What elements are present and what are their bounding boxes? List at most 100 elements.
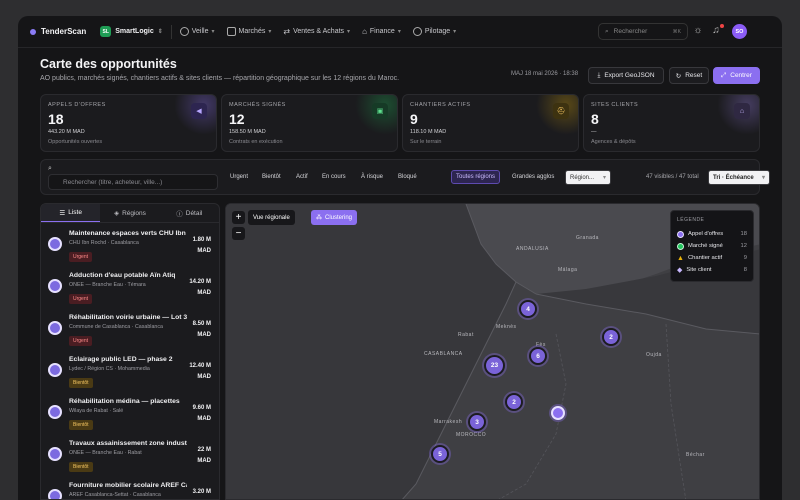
kpi-card-sites-clients[interactable]: ⌂ SITES CLIENTS 8 — Agences & dépôts — [583, 94, 760, 152]
global-search[interactable]: ⌕ Rechercher ⌘K — [598, 23, 688, 40]
kpi-value: 12 — [229, 111, 245, 127]
list-item[interactable]: Réhabilitation médina — placettes Wilaya… — [41, 396, 219, 438]
sort-select-value: Tri · Échéance — [713, 174, 754, 181]
nav-item-pilotage[interactable]: Pilotage ▾ — [412, 27, 457, 36]
notification-dot — [720, 24, 724, 28]
tender-marker-icon — [48, 237, 62, 251]
map-cluster[interactable]: 3 — [468, 413, 486, 431]
filter-chip-urgent[interactable]: Urgent — [226, 170, 252, 184]
tab-liste[interactable]: ☰ Liste — [41, 204, 101, 222]
list-item[interactable]: Travaux assainissement zone industrie...… — [41, 438, 219, 480]
nav-item-marches[interactable]: Marchés ▾ — [226, 27, 271, 36]
reset-label: Reset — [685, 72, 703, 79]
chevron-down-icon: ▾ — [453, 29, 457, 35]
workspace-switcher[interactable]: SL SmartLogic ⇕ — [100, 26, 163, 37]
list-item[interactable]: Éclairage public LED — phase 2 Lydec / R… — [41, 354, 219, 396]
map-marker[interactable] — [551, 406, 565, 420]
item-amount: 12.40 M — [189, 363, 211, 369]
legend-row-chantier-actif: ▲ Chantier actif 9 — [677, 252, 747, 264]
filter-chip-bientot[interactable]: Bientôt — [258, 170, 285, 184]
vue-regionale-button[interactable]: Vue régionale — [248, 210, 295, 225]
item-currency: MAD — [197, 248, 211, 254]
expand-icon: ⤢ — [721, 71, 727, 79]
zoom-in-button[interactable]: + — [232, 211, 245, 224]
compass-icon — [412, 27, 422, 36]
nav-item-veille[interactable]: Veille ▾ — [179, 27, 215, 36]
map-cluster[interactable]: 6 — [529, 347, 547, 365]
map-label-granada: Granada — [576, 235, 599, 241]
tab-detail[interactable]: ⓘ Détail — [160, 204, 219, 222]
tender-marker-icon — [48, 489, 62, 499]
nav-item-finance[interactable]: ⌂ Finance ▾ — [362, 27, 401, 36]
item-title: Fourniture mobilier scolaire AREF Casa — [69, 482, 187, 489]
filter-chip-actif[interactable]: Actif — [292, 170, 312, 184]
map-cluster[interactable]: 4 — [519, 300, 537, 318]
kpi-label: CHANTIERS ACTIFS — [410, 102, 471, 108]
list-item[interactable]: Adduction d'eau potable Aïn Atiq ONEE — … — [41, 270, 219, 312]
megaphone-icon: ◀ — [191, 103, 207, 119]
search-icon: ⌕ — [48, 165, 52, 172]
nav-item-label: Veille — [191, 28, 209, 35]
kpi-card-marches-signes[interactable]: ▣ MARCHÉS SIGNÉS 12 158.50 M MAD Contrat… — [221, 94, 398, 152]
region-select[interactable]: Région... ▾ — [565, 170, 611, 185]
item-amount: 14.20 M — [189, 279, 211, 285]
item-org: ONEE — Branche Eau · Rabat — [69, 450, 142, 456]
item-title: Travaux assainissement zone industrie... — [69, 440, 187, 447]
filter-chip-bloque[interactable]: Bloqué — [394, 170, 421, 184]
tab-label: Liste — [68, 209, 82, 216]
clustering-toggle[interactable]: ⁂ Clustering — [311, 210, 358, 225]
item-title: Éclairage public LED — phase 2 — [69, 356, 173, 363]
item-currency: MAD — [197, 458, 211, 464]
nav-item-ventes-achats[interactable]: ⇄ Ventes & Achats ▾ — [283, 27, 350, 36]
legend-dot — [677, 242, 684, 250]
export-label: Export GeoJSON — [604, 72, 655, 79]
nav-item-label: Pilotage — [424, 28, 451, 35]
theme-toggle-sun-icon[interactable]: ☼ — [692, 25, 704, 37]
bank-icon: ⌂ — [362, 27, 367, 36]
filter-chip-toutes-regions[interactable]: Toutes régions — [451, 170, 501, 184]
item-currency: MAD — [197, 374, 211, 380]
chevron-updown-icon: ⇕ — [157, 29, 163, 35]
legend-dot — [677, 230, 684, 238]
map-label-morocco: MOROCCO — [456, 432, 487, 438]
brand[interactable]: TenderScan — [30, 27, 86, 36]
tab-regions[interactable]: ◈ Régions — [100, 204, 159, 222]
kpi-value: 8 — [591, 111, 599, 127]
app-window: TenderScan SL SmartLogic ⇕ Veille ▾ Marc… — [18, 16, 782, 500]
map-view[interactable]: ANDALUSIA CASABLANCA MOROCCO Granada Mál… — [225, 203, 760, 500]
legend-label: Appel d'offres — [688, 231, 724, 237]
diamond-icon: ◆ — [677, 267, 683, 274]
filter-chip-en-cours[interactable]: En cours — [318, 170, 350, 184]
center-button[interactable]: ⤢ Centrer — [713, 67, 760, 84]
reset-button[interactable]: ↻ Reset — [669, 67, 709, 84]
opportunity-panel: ☰ Liste ◈ Régions ⓘ Détail Maintenance e… — [40, 203, 220, 500]
kpi-note: Agences & dépôts — [591, 139, 636, 145]
list-item[interactable]: Fourniture mobilier scolaire AREF Casa A… — [41, 480, 219, 499]
warning-triangle-icon: ▲ — [677, 254, 684, 262]
status-badge: Bientôt — [69, 420, 93, 430]
item-amount: 1.80 M — [192, 237, 211, 243]
list-item[interactable]: Maintenance espaces verts CHU Ibn ... CH… — [41, 228, 219, 270]
center-label: Centrer — [730, 72, 752, 79]
refresh-icon: ↻ — [675, 72, 682, 80]
zoom-out-button[interactable]: − — [232, 227, 245, 240]
logo-icon — [30, 28, 36, 35]
kpi-amount: 443.20 M MAD — [48, 129, 85, 135]
map-cluster[interactable]: 2 — [602, 328, 620, 346]
export-geojson-button[interactable]: ⤓ Export GeoJSON — [588, 67, 664, 84]
sort-select[interactable]: Tri · Échéance ▾ — [708, 170, 770, 185]
search-input[interactable] — [48, 174, 218, 190]
filter-chip-a-risque[interactable]: À risque — [357, 170, 387, 184]
map-cluster[interactable]: 5 — [431, 445, 449, 463]
legend-count: 12 — [740, 243, 747, 249]
map-cluster[interactable]: 2 — [505, 393, 523, 411]
filter-chip-grandes-agglos[interactable]: Grandes agglos — [508, 170, 558, 184]
list-item[interactable]: Réhabilitation voirie urbaine — Lot 3 Co… — [41, 312, 219, 354]
last-updated: MAJ 18 mai 2026 · 18:38 — [511, 71, 579, 77]
avatar[interactable]: SO — [732, 24, 747, 39]
kpi-note: Sur le terrain — [410, 139, 442, 145]
kpi-card-appels-offres[interactable]: ◀ APPELS D'OFFRES 18 443.20 M MAD Opport… — [40, 94, 217, 152]
map-cluster[interactable]: 23 — [484, 355, 505, 376]
kpi-card-chantiers-actifs[interactable]: ⛑ CHANTIERS ACTIFS 9 118.10 M MAD Sur le… — [402, 94, 579, 152]
page-title: Carte des opportunités — [40, 57, 177, 71]
